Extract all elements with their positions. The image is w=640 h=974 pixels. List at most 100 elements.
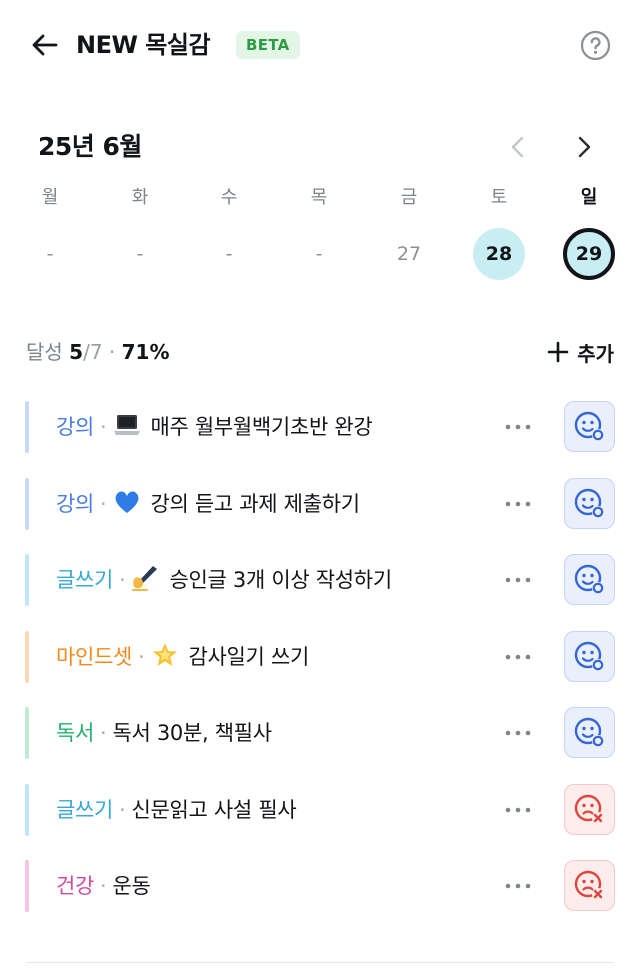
more-options-icon[interactable]	[500, 796, 536, 824]
goal-text-row: 건강 · 운동	[56, 870, 151, 902]
goal-category: 글쓰기	[56, 797, 114, 822]
status-done-button[interactable]	[564, 554, 615, 605]
goal-item[interactable]: 독서 · 독서 30분, 책필사	[0, 695, 640, 772]
category-bar	[25, 477, 29, 530]
add-goal-button[interactable]: 추가	[547, 336, 614, 368]
smile-check-icon	[574, 564, 604, 594]
goal-text-row: 독서 · 독서 30분, 책필사	[56, 717, 272, 749]
status-done-button[interactable]	[564, 707, 615, 758]
weekday-label: 토	[490, 187, 508, 208]
goal-category: 마인드셋	[56, 644, 133, 669]
smile-check-icon	[574, 488, 604, 518]
goal-title: 승인글 3개 이상 작성하기	[169, 568, 392, 592]
writing-hand-icon	[131, 566, 169, 592]
goal-category: 글쓰기	[56, 568, 114, 592]
goal-item[interactable]: 건강 · 운동	[0, 848, 640, 925]
date-placeholder: -	[46, 243, 54, 265]
date-cell[interactable]: 27	[383, 228, 435, 280]
goal-text-row: 강의 · 강의 듣고 과제 제출하기	[56, 488, 360, 520]
help-icon[interactable]	[580, 30, 611, 61]
arrow-left-icon	[32, 34, 58, 56]
month-label: 25년 6월	[38, 132, 142, 161]
goal-title: 신문읽고 사설 필사	[131, 797, 297, 822]
weekday-label: 일	[580, 187, 598, 208]
chevron-left-icon[interactable]	[504, 132, 532, 162]
status-done-button[interactable]	[564, 477, 615, 529]
more-options-icon[interactable]	[500, 490, 536, 518]
goal-category: 강의	[56, 491, 95, 516]
separator-dot: ·	[100, 415, 107, 439]
goal-title: 매주 월부월백기초반 완강	[150, 415, 373, 439]
more-options-icon[interactable]	[500, 643, 536, 671]
smile-check-icon	[574, 717, 604, 747]
back-button[interactable]	[28, 28, 62, 62]
status-missed-button[interactable]	[564, 783, 615, 835]
blue-heart-icon	[112, 491, 150, 516]
bottom-divider	[26, 962, 614, 963]
weekday-label: 화	[131, 187, 149, 208]
more-options-icon[interactable]	[500, 413, 536, 441]
achievement-summary: 달성 5/7 · 71%	[26, 337, 170, 367]
goal-title: 강의 듣고 과제 제출하기	[150, 491, 360, 516]
achievement-prefix: 달성	[26, 340, 63, 364]
status-done-button[interactable]	[564, 401, 615, 452]
glowing-star-icon	[150, 642, 188, 669]
more-options-icon[interactable]	[500, 566, 536, 594]
category-bar	[25, 401, 29, 453]
plus-icon	[547, 341, 569, 363]
weekday-label: 금	[400, 187, 418, 208]
page-title: NEW 목실감	[76, 31, 211, 59]
date-placeholder: -	[315, 243, 323, 265]
goal-item[interactable]: 강의 · 매주 월부월백기초반 완강	[0, 389, 640, 466]
category-bar	[25, 707, 29, 759]
goal-category: 강의	[56, 415, 95, 439]
sad-x-icon	[574, 794, 604, 824]
achievement-percent: 71%	[121, 340, 170, 364]
weekday-label: 수	[220, 187, 238, 208]
date-cell[interactable]: 29	[563, 228, 615, 280]
achievement-done-count: 5	[69, 340, 84, 364]
smile-check-icon	[574, 411, 604, 441]
date-placeholder: -	[225, 243, 233, 265]
app-header: NEW 목실감 BETA	[0, 0, 640, 90]
goal-item[interactable]: 글쓰기 · 승인글 3개 이상 작성하기	[0, 542, 640, 619]
goal-item[interactable]: 강의 · 강의 듣고 과제 제출하기	[0, 466, 640, 543]
sad-x-icon	[574, 870, 604, 900]
separator-dot: ·	[138, 644, 145, 669]
category-bar	[25, 554, 29, 606]
beta-badge: BETA	[236, 31, 300, 59]
add-goal-label: 추가	[577, 341, 614, 366]
goal-item[interactable]: 마인드셋 · 감사일기 쓰기	[0, 619, 640, 696]
status-done-button[interactable]	[564, 630, 615, 682]
goal-title: 감사일기 쓰기	[188, 644, 309, 669]
smile-check-icon	[574, 641, 604, 671]
chevron-right-icon[interactable]	[570, 132, 598, 162]
more-options-icon[interactable]	[500, 719, 536, 747]
separator-dot: ·	[100, 721, 107, 745]
goal-category: 건강	[56, 874, 95, 898]
goal-category: 독서	[56, 721, 95, 745]
separator-dot: ·	[119, 568, 126, 592]
date-placeholder: -	[136, 243, 144, 265]
separator-dot: ·	[100, 491, 107, 516]
achievement-total: /7	[83, 340, 103, 364]
separator-dot: ·	[100, 874, 107, 898]
separator-dot: ·	[119, 797, 126, 822]
date-cell[interactable]: 28	[473, 228, 525, 280]
laptop-icon	[112, 415, 150, 439]
summary-separator: ·	[108, 340, 116, 364]
goal-title: 운동	[112, 874, 151, 898]
goal-text-row: 글쓰기 · 승인글 3개 이상 작성하기	[56, 564, 392, 596]
week-strip: 월 - 화 - 수 - 목 - 금 27 토 28 일 29	[0, 180, 640, 300]
goal-text-row: 강의 · 매주 월부월백기초반 완강	[56, 411, 373, 443]
goal-text-row: 글쓰기 · 신문읽고 사설 필사	[56, 794, 297, 826]
goal-list: 강의 · 매주 월부월백기초반 완강 강의 · 강의 듣고 과제 제출하기 글쓰기 · 승인글 …	[0, 389, 640, 925]
category-bar	[25, 630, 29, 683]
weekday-label: 목	[310, 187, 328, 208]
category-bar	[25, 860, 29, 912]
weekday-label: 월	[41, 187, 59, 208]
status-missed-button[interactable]	[564, 860, 615, 911]
goal-item[interactable]: 글쓰기 · 신문읽고 사설 필사	[0, 772, 640, 849]
goal-text-row: 마인드셋 · 감사일기 쓰기	[56, 641, 309, 673]
more-options-icon[interactable]	[500, 872, 536, 900]
